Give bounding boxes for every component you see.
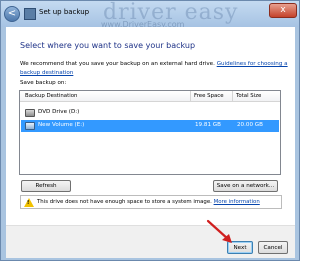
list-item-dvd-drive[interactable]: DVD Drive (D:) bbox=[21, 107, 279, 119]
drive-free-space: 19.81 GB bbox=[195, 122, 221, 128]
save-on-network-button[interactable]: Save on a network... bbox=[213, 180, 278, 192]
column-divider bbox=[232, 91, 233, 102]
recommendation-text: We recommend that you save your backup o… bbox=[20, 60, 290, 78]
warning-text: This drive does not have enough space to… bbox=[37, 199, 214, 205]
window-title: Set up backup bbox=[39, 8, 90, 16]
drive-name: DVD Drive (D:) bbox=[38, 109, 80, 115]
annotation-arrow-icon bbox=[206, 219, 232, 243]
close-button[interactable]: x bbox=[269, 3, 297, 18]
column-header-total-size[interactable]: Total Size bbox=[236, 93, 261, 99]
backup-destination-list[interactable]: Backup Destination Free Space Total Size… bbox=[19, 90, 281, 175]
drive-total-size: 20.00 GB bbox=[237, 122, 263, 128]
refresh-button[interactable]: Refresh bbox=[21, 180, 71, 192]
save-backup-label: Save backup on: bbox=[20, 80, 67, 86]
title-bar[interactable]: < Set up backup driver easy www.DriverEa… bbox=[1, 0, 299, 29]
cancel-button[interactable]: Cancel bbox=[258, 241, 288, 254]
list-item-new-volume[interactable]: New Volume (E:) 19.81 GB 20.00 GB bbox=[21, 120, 279, 132]
dialog-window: < Set up backup driver easy www.DriverEa… bbox=[0, 0, 300, 261]
recommendation-body: We recommend that you save your backup o… bbox=[20, 61, 217, 67]
back-arrow-icon[interactable]: < bbox=[4, 6, 20, 22]
dvd-drive-icon bbox=[25, 109, 35, 117]
column-header-free-space[interactable]: Free Space bbox=[194, 93, 224, 99]
hard-drive-icon bbox=[25, 122, 35, 130]
column-header-destination[interactable]: Backup Destination bbox=[25, 93, 77, 99]
list-header: Backup Destination Free Space Total Size bbox=[20, 91, 280, 102]
more-information-link[interactable]: More information bbox=[214, 199, 260, 205]
page-heading: Select where you want to save your backu… bbox=[20, 41, 196, 50]
column-divider bbox=[190, 91, 191, 102]
warning-exclamation-icon: ! bbox=[27, 200, 30, 206]
warning-box: ! This drive does not have enough space … bbox=[20, 195, 282, 209]
backup-icon bbox=[24, 8, 36, 20]
warning-message: This drive does not have enough space to… bbox=[37, 199, 260, 205]
content-pane: Select where you want to save your backu… bbox=[6, 27, 295, 225]
drive-name: New Volume (E:) bbox=[38, 122, 85, 128]
